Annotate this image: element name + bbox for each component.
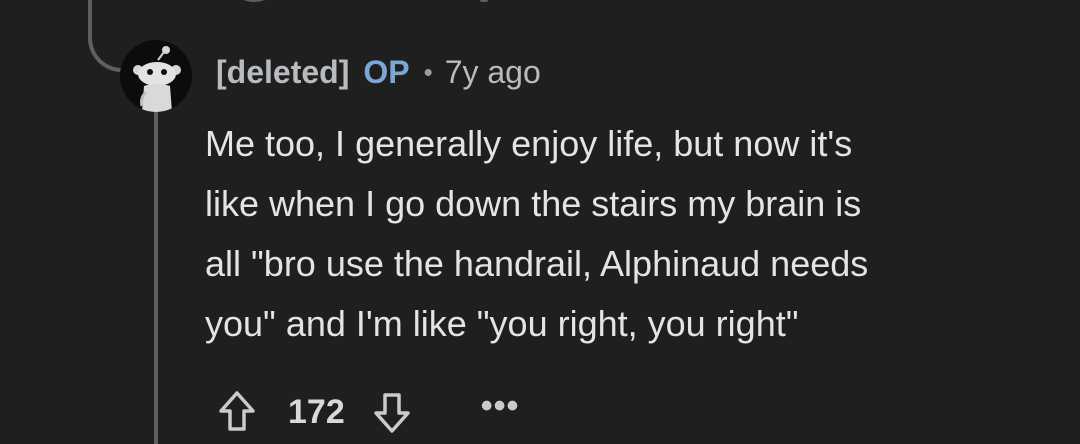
author-name[interactable]: [deleted] [216,54,349,91]
parent-comment-remnant [236,0,272,2]
comment-body-line: all "bro use the handrail, Alphinaud nee… [205,243,869,284]
comment-actions: 172 ••• [214,384,519,440]
op-badge: OP [363,53,410,90]
comment-body-line: Me too, I generally enjoy life, but now … [205,123,853,164]
downvote-arrow-icon[interactable] [369,387,415,437]
comment-body: Me too, I generally enjoy life, but now … [205,114,1045,354]
avatar[interactable] [120,40,192,112]
thread-line[interactable] [154,108,158,444]
comment-header: [deleted] OP • 7y ago [216,50,541,94]
comment-body-line: you" and I'm like "you right, you right" [205,303,799,344]
snoo-avatar-icon [120,40,192,112]
parent-comment-remnant-mark [480,0,488,2]
more-options-icon[interactable]: ••• [481,389,520,423]
vote-score: 172 [288,392,345,431]
comment-thread: [deleted] OP • 7y ago Me too, I generall… [0,0,1080,444]
meta-separator: • [423,56,433,87]
comment-timestamp: 7y ago [444,53,541,90]
comment-body-line: like when I go down the stairs my brain … [205,183,862,224]
upvote-arrow-icon[interactable] [214,387,260,437]
